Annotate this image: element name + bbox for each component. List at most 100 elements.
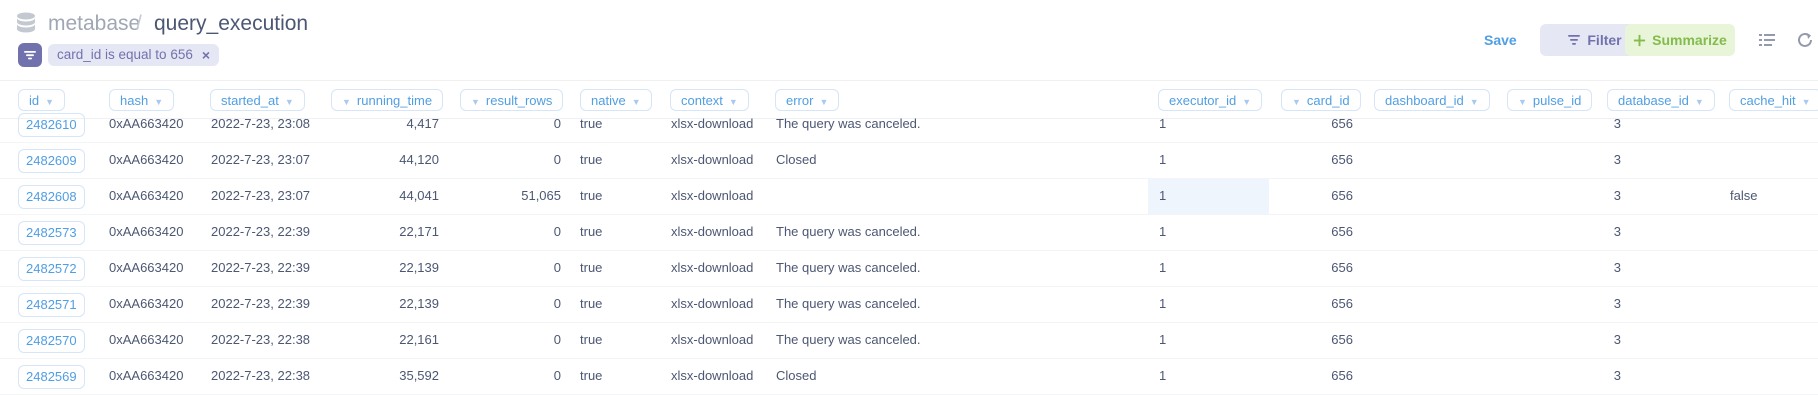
cell-context: xlsx-download: [671, 116, 754, 131]
active-filter-pill[interactable]: card_id is equal to 656 ×: [48, 44, 220, 66]
breadcrumb-database[interactable]: metabase: [48, 10, 140, 38]
row-id-link[interactable]: 2482573: [18, 221, 85, 245]
filter-icon: [1568, 35, 1581, 45]
cell-native: true: [580, 368, 603, 383]
row-id-link[interactable]: 2482608: [18, 185, 85, 209]
cell-hash: 0xAA663420: [109, 332, 184, 347]
table-row: 2482570 0xAA663420 2022-7-23, 22:38 22,1…: [0, 322, 1818, 359]
cell-executor-id: 1: [1159, 296, 1167, 311]
row-id-link[interactable]: 2482569: [18, 365, 85, 389]
cell-card-id: 656: [1331, 224, 1353, 239]
cell-context: xlsx-download: [671, 188, 754, 203]
cell-hash: 0xAA663420: [109, 188, 184, 203]
plus-icon: [1634, 34, 1646, 46]
save-button[interactable]: Save: [1484, 30, 1517, 50]
cell-hash: 0xAA663420: [109, 368, 184, 383]
cell-native: true: [580, 224, 603, 239]
cell-card-id: 656: [1331, 368, 1353, 383]
cell-started-at: 2022-7-23, 22:39: [211, 224, 311, 239]
breadcrumb-table[interactable]: query_execution: [154, 10, 308, 38]
filter-toggle-icon[interactable]: [18, 43, 42, 67]
breadcrumb-separator: /: [136, 12, 142, 35]
cell-database-id: 3: [1613, 188, 1621, 203]
row-id-link[interactable]: 2482571: [18, 293, 85, 317]
cell-native: true: [580, 260, 603, 275]
cell-native: true: [580, 332, 603, 347]
cell-context: xlsx-download: [671, 332, 754, 347]
cell-database-id: 3: [1613, 260, 1621, 275]
cell-running-time: 22,171: [399, 224, 439, 239]
cell-error: The query was canceled.: [776, 296, 921, 311]
cell-database-id: 3: [1613, 116, 1621, 131]
cell-database-id: 3: [1613, 296, 1621, 311]
row-id-link[interactable]: 2482610: [18, 113, 85, 137]
cell-card-id: 656: [1331, 188, 1353, 203]
cell-error: Closed: [776, 368, 817, 383]
cell-result-rows: 0: [553, 368, 561, 383]
cell-context: xlsx-download: [671, 296, 754, 311]
cell-error: Closed: [776, 152, 817, 167]
cell-executor-id: 1: [1159, 332, 1167, 347]
cell-running-time: 44,041: [399, 188, 439, 203]
cell-hash: 0xAA663420: [109, 152, 184, 167]
cell-started-at: 2022-7-23, 22:39: [211, 296, 311, 311]
table-row: 2482609 0xAA663420 2022-7-23, 23:07 44,1…: [0, 142, 1818, 179]
cell-executor-id[interactable]: 1: [1159, 178, 1166, 214]
cell-context: xlsx-download: [671, 152, 754, 167]
cell-hash: 0xAA663420: [109, 260, 184, 275]
cell-hash: 0xAA663420: [109, 296, 184, 311]
cell-result-rows: 0: [553, 296, 561, 311]
remove-filter-icon[interactable]: ×: [202, 44, 210, 66]
cell-card-id: 656: [1331, 152, 1353, 167]
table-row: 2482572 0xAA663420 2022-7-23, 22:39 22,1…: [0, 250, 1818, 287]
cell-result-rows: 0: [553, 224, 561, 239]
cell-card-id: 656: [1331, 116, 1353, 131]
cell-error: The query was canceled.: [776, 224, 921, 239]
row-id-link[interactable]: 2482572: [18, 257, 85, 281]
cell-database-id: 3: [1613, 152, 1621, 167]
filter-button-label: Filter: [1587, 32, 1622, 48]
cell-running-time: 22,139: [399, 260, 439, 275]
table-row: 2482608 0xAA663420 2022-7-23, 23:07 44,0…: [0, 178, 1818, 215]
cell-result-rows: 0: [553, 152, 561, 167]
summarize-button[interactable]: Summarize: [1625, 24, 1735, 56]
cell-result-rows: 0: [553, 116, 561, 131]
database-icon: [17, 12, 35, 33]
cell-cache-hit: false: [1730, 188, 1758, 203]
cell-executor-id: 1: [1159, 224, 1167, 239]
cell-card-id: 656: [1331, 332, 1353, 347]
cell-native: true: [580, 152, 603, 167]
cell-started-at: 2022-7-23, 22:39: [211, 260, 311, 275]
cell-result-rows: 51,065: [521, 188, 561, 203]
row-id-link[interactable]: 2482570: [18, 329, 85, 353]
cell-database-id: 3: [1613, 332, 1621, 347]
cell-running-time: 35,592: [399, 368, 439, 383]
cell-result-rows: 0: [553, 332, 561, 347]
cell-running-time: 22,161: [399, 332, 439, 347]
cell-database-id: 3: [1613, 224, 1621, 239]
summarize-button-label: Summarize: [1652, 32, 1727, 48]
cell-executor-id: 1: [1159, 116, 1167, 131]
cell-result-rows: 0: [553, 260, 561, 275]
cell-started-at: 2022-7-23, 22:38: [211, 368, 311, 383]
cell-started-at: 2022-7-23, 22:38: [211, 332, 311, 347]
refresh-icon[interactable]: [1795, 30, 1815, 50]
cell-running-time: 4,417: [406, 116, 439, 131]
query-header: metabase / query_execution card_id is eq…: [0, 0, 1818, 80]
cell-native: true: [580, 296, 603, 311]
cell-card-id: 656: [1331, 260, 1353, 275]
cell-executor-id: 1: [1159, 368, 1167, 383]
row-id-link[interactable]: 2482609: [18, 149, 85, 173]
table-row: 2482610 0xAA663420 2022-7-23, 23:08 4,41…: [0, 106, 1818, 143]
cell-started-at: 2022-7-23, 23:08: [211, 116, 311, 131]
cell-database-id: 3: [1613, 368, 1621, 383]
cell-hash: 0xAA663420: [109, 116, 184, 131]
cell-executor-id: 1: [1159, 260, 1167, 275]
active-filter-label: card_id is equal to 656: [57, 47, 193, 62]
list-view-icon[interactable]: [1757, 30, 1777, 50]
cell-started-at: 2022-7-23, 23:07: [211, 188, 311, 203]
table-row: 2482569 0xAA663420 2022-7-23, 22:38 35,5…: [0, 358, 1818, 395]
cell-error: The query was canceled.: [776, 116, 921, 131]
cell-context: xlsx-download: [671, 260, 754, 275]
cell-native: true: [580, 188, 603, 203]
